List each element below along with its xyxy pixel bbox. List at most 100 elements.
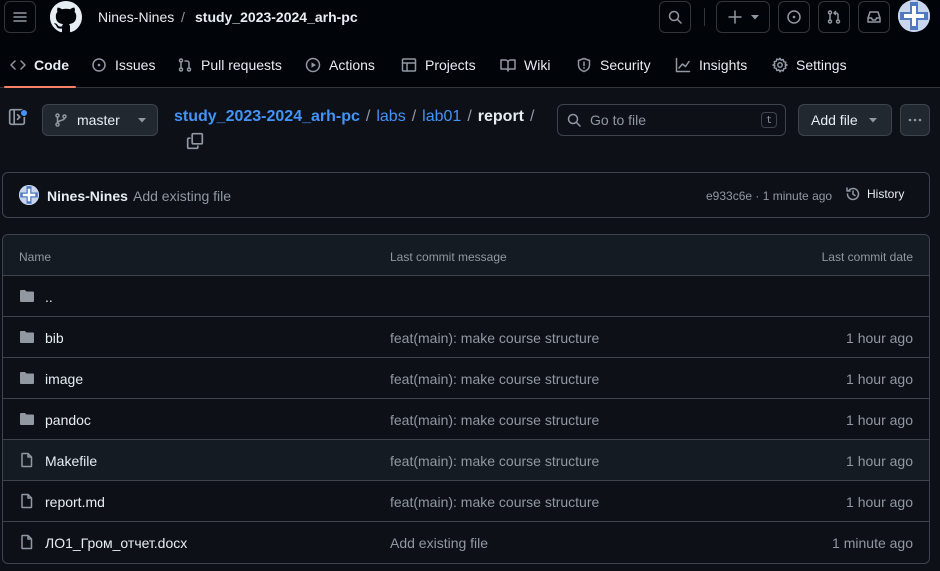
search-button[interactable]: [659, 1, 691, 33]
table-row-parent[interactable]: ..: [3, 276, 929, 317]
copy-path-button[interactable]: [186, 132, 206, 152]
tab-wiki[interactable]: Wiki: [500, 48, 550, 82]
row-name[interactable]: Makefile: [45, 453, 97, 469]
tab-issues-label: Issues: [115, 57, 156, 73]
breadcrumb-separator: /: [467, 108, 472, 125]
tab-insights[interactable]: Insights: [675, 48, 747, 82]
tab-issues[interactable]: Issues: [91, 48, 155, 82]
tab-security[interactable]: Security: [576, 48, 651, 82]
breadcrumb-repo-link[interactable]: study_2023-2024_arh-pc: [195, 9, 358, 25]
shield-icon: [577, 57, 591, 73]
issue-icon: [92, 58, 106, 72]
row-message[interactable]: Add existing file: [390, 535, 488, 551]
table-row[interactable]: report.md feat(main): make course struct…: [3, 481, 929, 522]
tab-code-label: Code: [34, 57, 69, 73]
table-row[interactable]: pandoc feat(main): make course structure…: [3, 399, 929, 440]
row-date: 1 hour ago: [846, 412, 913, 428]
folder-icon: [20, 331, 34, 343]
breadcrumb-repo[interactable]: study_2023-2024_arh-pc: [174, 108, 360, 126]
row-date: 1 hour ago: [846, 371, 913, 387]
tab-pull-requests[interactable]: Pull requests: [177, 48, 282, 82]
file-icon: [21, 452, 33, 468]
inbox-icon: [867, 11, 881, 23]
breadcrumb-owner-link[interactable]: Nines-Nines: [98, 9, 174, 25]
column-header-name: Name: [19, 250, 52, 264]
create-new-button[interactable]: [716, 1, 770, 33]
triangle-down-icon: [868, 118, 877, 123]
active-tab-indicator: [4, 86, 76, 88]
tab-wiki-label: Wiki: [524, 57, 551, 73]
row-message[interactable]: feat(main): make course structure: [390, 494, 599, 510]
inbox-button[interactable]: [858, 1, 890, 33]
code-icon: [10, 60, 26, 70]
play-icon: [305, 57, 321, 73]
folder-icon: [20, 413, 34, 425]
your-issues-button[interactable]: [778, 1, 810, 33]
search-icon: [668, 10, 682, 24]
table-header: Name Last commit message Last commit dat…: [3, 235, 929, 276]
your-pull-requests-button[interactable]: [818, 1, 850, 33]
go-to-file-field[interactable]: t: [557, 104, 786, 136]
breadcrumb-separator: /: [530, 108, 535, 125]
go-to-file-input[interactable]: [590, 112, 740, 128]
tab-pull-requests-label: Pull requests: [201, 57, 282, 73]
table-row[interactable]: ЛО1_Гром_отчет.docx Add existing file 1 …: [3, 522, 929, 563]
repo-header: Nines-Nines / study_2023-2024_arh-pc Cod…: [0, 0, 940, 88]
table-row[interactable]: Makefile feat(main): make course structu…: [3, 440, 929, 481]
add-file-button[interactable]: Add file: [798, 104, 892, 136]
add-file-label: Add file: [811, 112, 858, 128]
row-name[interactable]: pandoc: [45, 412, 91, 428]
user-avatar[interactable]: [898, 0, 930, 32]
row-message[interactable]: feat(main): make course structure: [390, 453, 599, 469]
breadcrumb-current: report: [477, 108, 524, 125]
row-message[interactable]: feat(main): make course structure: [390, 330, 599, 346]
repo-tabs: Code Issues Pull requests Actions Projec…: [0, 48, 940, 88]
search-icon: [567, 113, 581, 127]
row-name[interactable]: image: [45, 371, 83, 387]
hamburger-icon: [13, 12, 27, 22]
row-message[interactable]: feat(main): make course structure: [390, 371, 599, 387]
kebab-horizontal-icon: [908, 118, 922, 122]
file-table: Name Last commit message Last commit dat…: [2, 234, 930, 564]
tab-code[interactable]: Code: [10, 48, 69, 82]
breadcrumb-separator: /: [365, 108, 371, 125]
row-name[interactable]: bib: [45, 330, 64, 346]
branch-name: master: [77, 112, 120, 128]
more-options-button[interactable]: [900, 104, 930, 136]
branch-selector-button[interactable]: master: [42, 104, 158, 136]
column-header-date: Last commit date: [821, 250, 913, 264]
row-name[interactable]: ЛО1_Гром_отчет.docx: [45, 535, 187, 551]
commit-author-link[interactable]: Nines-Nines: [47, 188, 128, 204]
tab-projects[interactable]: Projects: [401, 48, 476, 82]
avatar[interactable]: [19, 185, 39, 205]
row-name[interactable]: ..: [45, 289, 53, 305]
pull-request-icon: [178, 58, 192, 72]
triangle-down-icon: [750, 15, 759, 20]
tab-actions[interactable]: Actions: [305, 48, 375, 82]
copy-icon: [186, 132, 204, 150]
row-message[interactable]: feat(main): make course structure: [390, 412, 599, 428]
table-row[interactable]: image feat(main): make course structure …: [3, 358, 929, 399]
tab-settings-label: Settings: [796, 57, 847, 73]
github-logo-icon[interactable]: [50, 1, 82, 33]
folder-icon: [20, 372, 34, 384]
hamburger-menu-button[interactable]: [4, 1, 36, 33]
tab-security-label: Security: [600, 57, 651, 73]
keyboard-shortcut-hint: t: [761, 112, 777, 128]
breadcrumb-lab01[interactable]: lab01: [422, 108, 461, 126]
commit-hash-and-time[interactable]: e933c6e · 1 minute ago: [706, 189, 832, 203]
breadcrumb-labs[interactable]: labs: [376, 108, 405, 126]
commit-message-link[interactable]: Add existing file: [133, 188, 231, 204]
breadcrumb-separator: /: [411, 108, 417, 125]
git-branch-icon: [55, 113, 67, 127]
tab-projects-label: Projects: [425, 57, 476, 73]
history-button[interactable]: History: [845, 186, 904, 202]
graph-icon: [675, 57, 691, 73]
row-name[interactable]: report.md: [45, 494, 105, 510]
row-date: 1 hour ago: [846, 330, 913, 346]
table-row[interactable]: bib feat(main): make course structure 1 …: [3, 317, 929, 358]
header-divider: [704, 8, 705, 26]
plus-icon: [727, 10, 742, 24]
tab-settings[interactable]: Settings: [772, 48, 847, 82]
issue-opened-icon: [787, 10, 801, 24]
